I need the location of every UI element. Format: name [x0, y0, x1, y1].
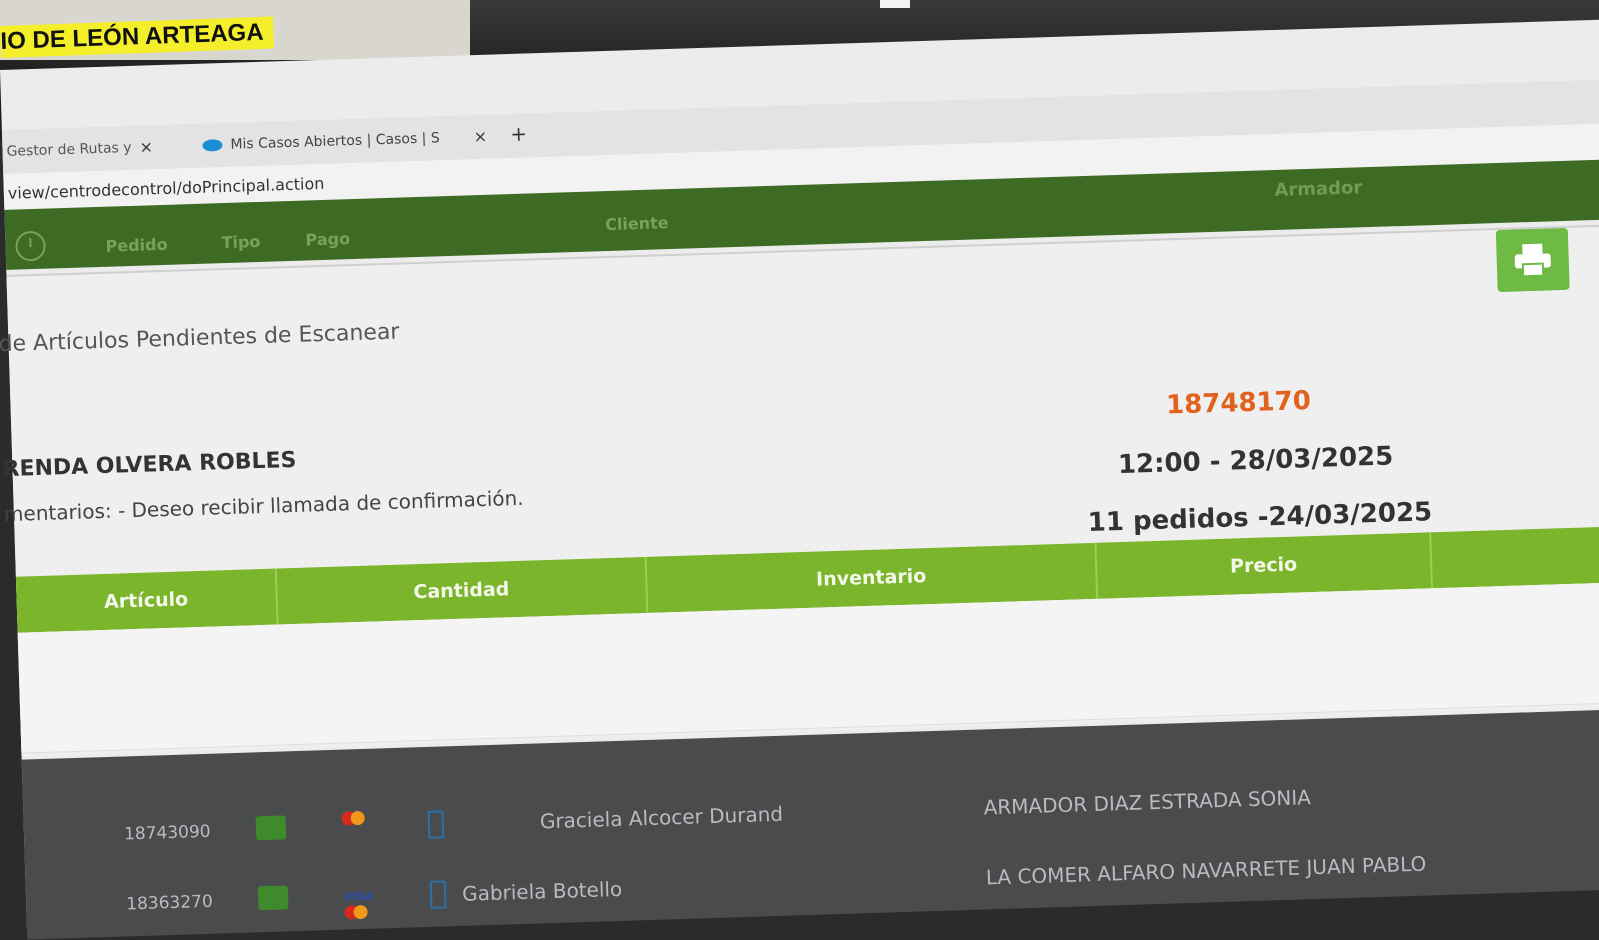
column-tipo: Tipo: [221, 231, 261, 253]
phone-icon: [429, 880, 447, 909]
header-precio[interactable]: Precio: [1096, 532, 1434, 599]
print-button[interactable]: [1495, 227, 1570, 293]
clock-icon: [15, 230, 47, 262]
customer-name: Gabriela Botello: [461, 876, 623, 906]
mastercard-icon: [341, 810, 372, 842]
order-number-highlight: 18748170: [1165, 385, 1312, 421]
close-icon[interactable]: ×: [473, 127, 487, 146]
new-tab-button[interactable]: +: [510, 121, 528, 146]
close-icon[interactable]: ×: [139, 137, 153, 156]
tab-label: Gestor de Rutas y: [6, 139, 132, 160]
comments: mentarios: - Deseo recibir llamada de co…: [3, 485, 524, 527]
modal-title: de Artículos Pendientes de Escanear: [0, 319, 400, 358]
column-pago: Pago: [305, 229, 351, 250]
truck-icon: [255, 815, 287, 841]
salesforce-cloud-icon: [202, 138, 223, 152]
column-cliente: Cliente: [604, 213, 669, 235]
store-name: LA COMER ALFARO NAVARRETE JUAN PABLO: [985, 851, 1427, 890]
visa-mastercard-icon: VISA: [343, 881, 375, 920]
header-articulo[interactable]: Artículo: [15, 568, 279, 633]
tab-gestor-rutas[interactable]: Gestor de Rutas y ×: [6, 137, 153, 161]
tab-label: Mis Casos Abiertos | Casos | S: [230, 129, 440, 153]
customer-name: Graciela Alcocer Durand: [539, 801, 784, 834]
phone-icon: [427, 810, 445, 839]
header-total[interactable]: T: [1431, 525, 1599, 588]
column-pedido: Pedido: [105, 234, 168, 256]
screen: Gestor de Rutas y × Mis Casos Abiertos |…: [0, 18, 1599, 940]
printer-icon: [1514, 243, 1551, 278]
column-armador: Armador: [1274, 177, 1363, 202]
store-name: ARMADOR DIAZ ESTRADA SONIA: [983, 785, 1312, 820]
url-text: view/centrodecontrol/doPrincipal.action: [7, 173, 325, 203]
order-number: 18743090: [123, 821, 211, 845]
tab-mis-casos[interactable]: Mis Casos Abiertos | Casos | S ×: [202, 127, 487, 155]
light-reflection: [880, 0, 910, 8]
delivery-time: 12:00 - 28/03/2025: [1117, 441, 1394, 481]
orders-count: 11 pedidos -24/03/2025: [1087, 497, 1433, 539]
pending-items-modal: de Artículos Pendientes de Escanear 1874…: [0, 223, 1599, 757]
visa-label: VISA: [343, 889, 374, 904]
truck-icon: [257, 885, 289, 911]
customer-name: RENDA OLVERA ROBLES: [2, 447, 297, 483]
order-number: 18363270: [125, 891, 214, 915]
